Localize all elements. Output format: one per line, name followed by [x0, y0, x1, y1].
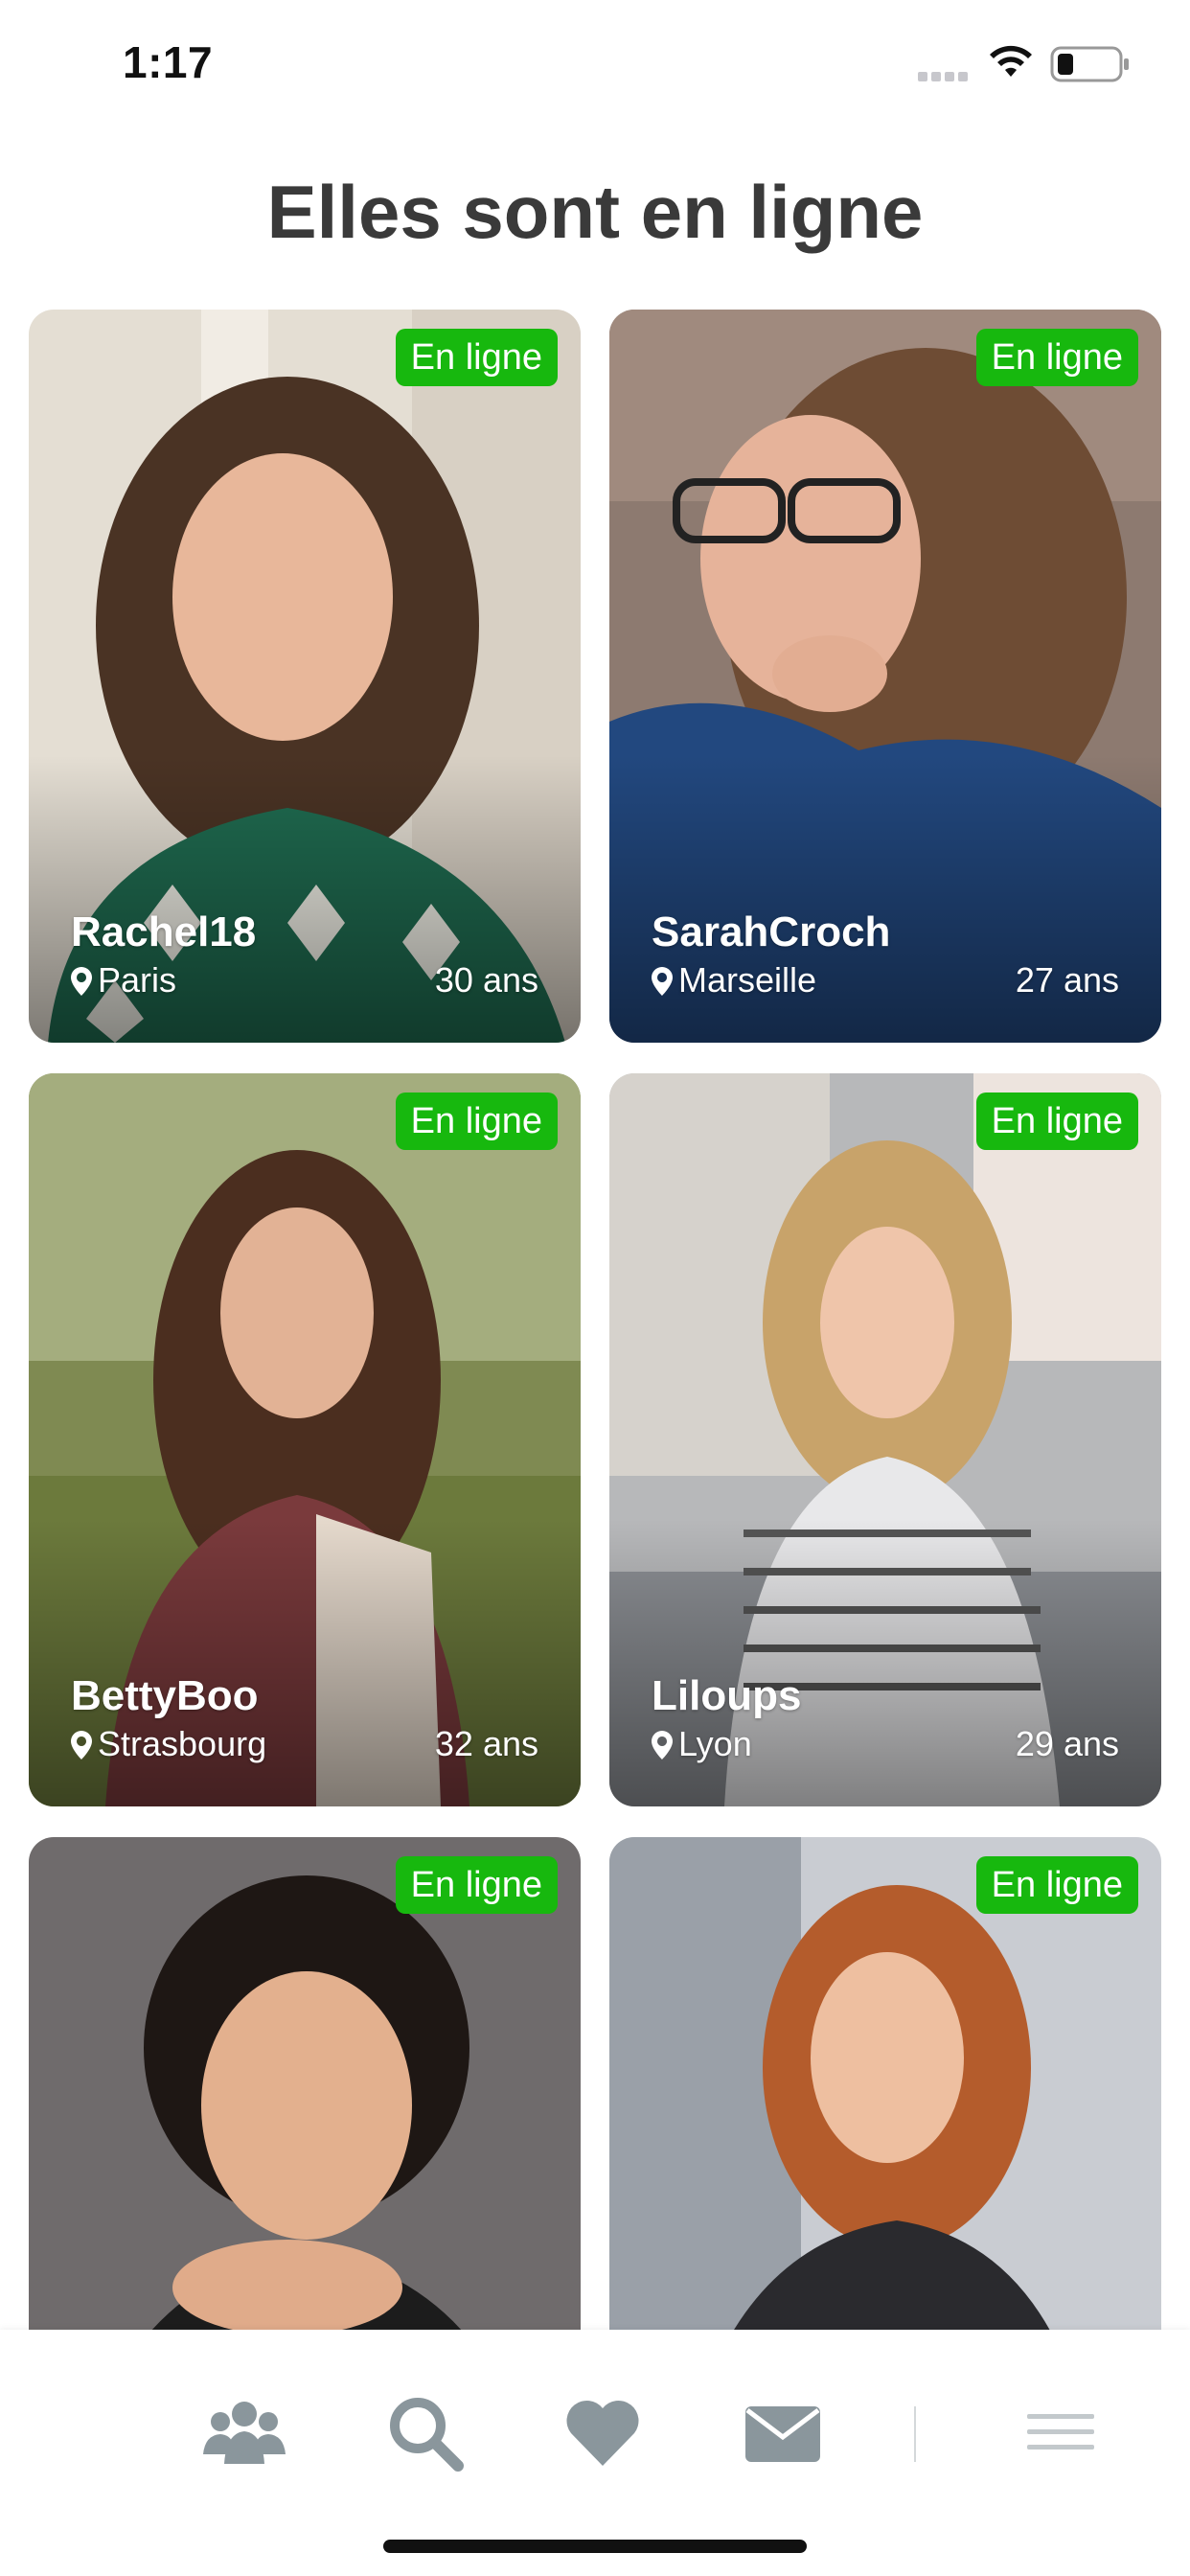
search-icon [390, 2398, 464, 2472]
page-title: Elles sont en ligne [266, 170, 924, 254]
profile-username: Liloups [652, 1672, 802, 1719]
profile-age: 32 ans [434, 1724, 538, 1763]
profile-age: 27 ans [1015, 960, 1119, 1000]
profile-city: Paris [98, 960, 177, 1000]
profile-grid: En ligne Rachel18 Paris 30 ans En ligne … [29, 310, 1161, 2330]
profile-card[interactable]: En ligne Liloups Lyon 29 ans [609, 1073, 1161, 1806]
tab-divider [914, 2406, 916, 2462]
profile-meta: Paris 30 ans [71, 960, 538, 1008]
tab-favorites[interactable] [560, 2389, 646, 2475]
online-badge: En ligne [395, 1856, 558, 1914]
battery-icon [1050, 46, 1129, 82]
profile-username: BettyBoo [71, 1672, 259, 1719]
profile-city: Marseille [678, 960, 817, 1000]
profile-card[interactable]: En ligne SarahCroch Marseille 27 ans [609, 310, 1161, 1043]
profile-meta: Marseille 27 ans [652, 960, 1119, 1008]
profile-username: SarahCroch [652, 908, 891, 955]
tab-menu[interactable] [1018, 2389, 1104, 2475]
tab-messages[interactable] [740, 2389, 826, 2475]
users-icon [203, 2402, 286, 2464]
location-pin-icon [71, 1731, 92, 1760]
location-pin-icon [652, 1731, 673, 1760]
signal-icon [918, 69, 973, 82]
profile-username: Rachel18 [71, 908, 257, 955]
online-badge: En ligne [395, 1092, 558, 1150]
location-pin-icon [71, 967, 92, 996]
location-pin-icon [652, 967, 673, 996]
profile-city: Lyon [678, 1724, 752, 1763]
profile-city: Strasbourg [98, 1724, 267, 1763]
profile-location: Paris [71, 960, 176, 1000]
online-badge: En ligne [975, 1092, 1138, 1150]
tab-search[interactable] [381, 2389, 468, 2475]
online-badge: En ligne [975, 329, 1138, 386]
profile-meta: Strasbourg 32 ans [71, 1724, 538, 1772]
online-badge: En ligne [395, 329, 558, 386]
online-badge: En ligne [975, 1856, 1138, 1914]
menu-icon [1027, 2414, 1094, 2450]
profile-age: 30 ans [434, 960, 538, 1000]
profile-card[interactable]: En ligne Rachel18 Paris 30 ans [29, 310, 581, 1043]
wifi-icon [990, 45, 1032, 77]
profile-card[interactable]: En ligne BettyBoo Strasbourg 32 ans [29, 1073, 581, 1806]
profile-card[interactable]: En ligne [609, 1837, 1161, 2330]
tab-members[interactable] [201, 2389, 287, 2475]
profile-location: Lyon [652, 1724, 752, 1764]
profile-meta: Lyon 29 ans [652, 1724, 1119, 1772]
home-indicator [383, 2540, 807, 2553]
heart-icon [566, 2401, 639, 2466]
profile-age: 29 ans [1015, 1724, 1119, 1763]
envelope-icon [745, 2406, 820, 2462]
status-bar: 1:17 [0, 0, 1190, 134]
profile-location: Marseille [652, 960, 816, 1000]
profile-card[interactable]: En ligne [29, 1837, 581, 2330]
profile-location: Strasbourg [71, 1724, 266, 1764]
status-time: 1:17 [123, 37, 214, 87]
